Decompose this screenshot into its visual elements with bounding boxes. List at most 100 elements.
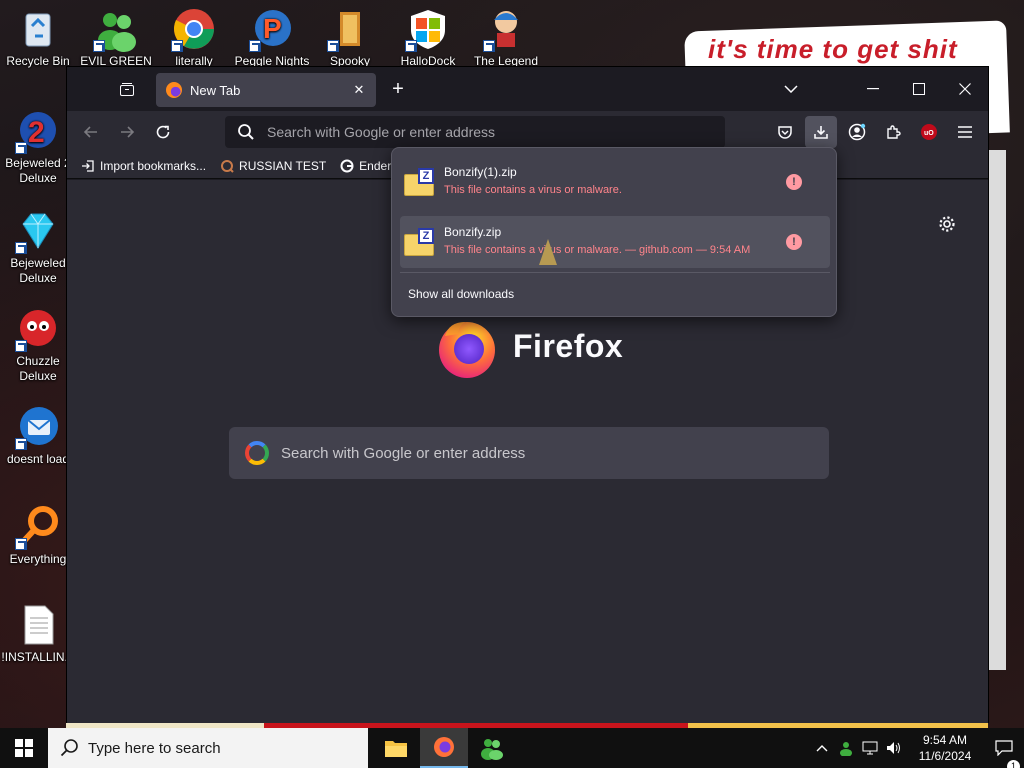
speaker-icon — [887, 742, 900, 754]
account-icon — [848, 123, 866, 141]
character-icon — [483, 6, 529, 52]
desktop-icon-doesnt-load[interactable]: doesnt load — [0, 404, 76, 467]
pocket-button[interactable] — [769, 116, 801, 148]
chrome-icon — [171, 6, 217, 52]
taskbar-search-box[interactable]: Type here to search — [48, 728, 368, 768]
chuzzle-icon — [15, 306, 61, 352]
shortcut-arrow-icon — [249, 40, 261, 52]
new-tab-button[interactable]: + — [378, 67, 418, 111]
shortcut-arrow-icon — [483, 40, 495, 52]
background-window-edge — [986, 150, 1006, 670]
maximize-button[interactable] — [899, 67, 939, 111]
download-filename: Bonzify.zip — [444, 225, 502, 239]
bookmark-russian-test[interactable]: RUSSIAN TEST — [220, 159, 326, 173]
minimize-button[interactable] — [853, 67, 893, 111]
taskbar-firefox[interactable] — [420, 728, 468, 768]
desktop-icon-the-legend[interactable]: The Legend — [468, 6, 544, 69]
hamburger-menu-icon — [958, 126, 972, 138]
shortcut-arrow-icon — [15, 538, 27, 550]
close-window-button[interactable] — [945, 67, 985, 111]
shortcut-arrow-icon — [15, 438, 27, 450]
download-status: This file contains a virus or malware. —… — [444, 244, 751, 256]
account-button[interactable] — [841, 116, 873, 148]
peggle-icon: P — [249, 6, 295, 52]
tab-overview-button[interactable] — [107, 67, 147, 111]
download-filename: Bonzify(1).zip — [444, 165, 517, 179]
thunderbird-icon — [15, 404, 61, 450]
show-all-downloads-link[interactable]: Show all downloads — [408, 287, 514, 301]
close-icon — [959, 83, 971, 95]
firefox-logo-icon — [439, 322, 495, 378]
start-button[interactable] — [0, 728, 48, 768]
desktop-icon-bejeweled-2[interactable]: 2 Bejeweled 2 Deluxe — [0, 108, 76, 186]
taskbar-buddy[interactable] — [468, 728, 516, 768]
import-icon — [82, 159, 94, 172]
download-item[interactable]: Z Bonzify.zip This file contains a virus… — [400, 216, 830, 268]
desktop-icon-hallodock[interactable]: HalloDock — [390, 6, 466, 69]
show-hidden-icons-button[interactable] — [810, 744, 834, 752]
shortcut-arrow-icon — [15, 142, 27, 154]
zip-file-icon: Z — [404, 168, 436, 196]
clock-time: 9:54 AM — [922, 733, 968, 747]
ublock-button[interactable]: uO — [913, 116, 945, 148]
maximize-icon — [913, 83, 925, 95]
newtab-search-placeholder: Search with Google or enter address — [281, 444, 526, 462]
shortcut-arrow-icon — [93, 40, 105, 52]
download-status: This file contains a virus or malware. — [444, 184, 622, 196]
desktop-icon-bejeweled[interactable]: Bejeweled Deluxe — [0, 208, 76, 286]
google-favicon-icon — [340, 159, 354, 172]
tray-buddy[interactable] — [834, 740, 858, 756]
svg-text:2: 2 — [28, 116, 45, 149]
recycle-bin-icon — [15, 6, 61, 52]
forward-button[interactable] — [111, 116, 143, 148]
list-all-tabs-button[interactable] — [771, 67, 811, 111]
clock-date: 11/6/2024 — [918, 749, 972, 763]
tab-new-tab[interactable]: New Tab ✕ — [156, 73, 376, 107]
close-tab-icon[interactable]: ✕ — [350, 81, 368, 99]
arrow-right-icon — [121, 126, 135, 138]
diamond-icon — [15, 208, 61, 254]
buddy-icon — [481, 739, 503, 760]
firefox-window: New Tab ✕ + Search with Google or enter … — [66, 66, 989, 723]
newtab-search-box[interactable]: Search with Google or enter address — [229, 427, 829, 479]
bookmark-import[interactable]: Import bookmarks... — [81, 159, 206, 173]
address-bar[interactable]: Search with Google or enter address — [225, 116, 725, 148]
downloads-button[interactable] — [805, 116, 837, 148]
notification-icon — [995, 740, 1013, 756]
volume-button[interactable] — [882, 741, 906, 755]
door-icon — [327, 6, 373, 52]
reload-button[interactable] — [147, 116, 179, 148]
desktop-icon-chuzzle[interactable]: Chuzzle Deluxe — [0, 306, 76, 384]
desktop-icon-evil-green[interactable]: EVIL GREEN — [78, 6, 154, 69]
desktop-icon-literally[interactable]: literally — [156, 6, 232, 69]
extensions-button[interactable] — [877, 116, 909, 148]
russian-test-favicon-icon — [221, 159, 234, 173]
windows-logo-icon — [405, 6, 451, 52]
desktop-icon-peggle-nights[interactable]: P Peggle Nights — [234, 6, 310, 69]
notification-center-button[interactable]: 1 — [984, 740, 1024, 768]
desktop-icon-recycle-bin[interactable]: Recycle Bin — [0, 6, 76, 69]
desktop-icon-spooky[interactable]: Spooky — [312, 6, 388, 69]
customize-newtab-button[interactable] — [935, 212, 959, 236]
download-item[interactable]: Z Bonzify(1).zip This file contains a vi… — [400, 156, 830, 208]
text-file-icon — [15, 602, 61, 648]
warning-icon[interactable]: ! — [786, 234, 802, 250]
title-bar: New Tab ✕ + — [67, 67, 988, 111]
shortcut-arrow-icon — [15, 340, 27, 352]
taskbar-file-explorer[interactable] — [372, 728, 420, 768]
tab-title: New Tab — [190, 82, 241, 98]
cursor-icon — [539, 239, 557, 265]
clock[interactable]: 9:54 AM 11/6/2024 — [906, 732, 984, 764]
network-button[interactable] — [858, 741, 882, 755]
app-menu-button[interactable] — [949, 116, 981, 148]
firefox-icon — [434, 737, 454, 757]
minimize-icon — [867, 88, 879, 90]
download-icon — [814, 126, 828, 139]
taskbar-search-placeholder: Type here to search — [88, 739, 221, 757]
downloads-panel: Z Bonzify(1).zip This file contains a vi… — [391, 147, 837, 317]
back-button[interactable] — [75, 116, 107, 148]
folder-icon — [385, 741, 407, 757]
desktop-icon-everything[interactable]: Everything — [0, 504, 76, 567]
warning-icon[interactable]: ! — [786, 174, 802, 190]
desktop-icon-installing[interactable]: !INSTALLIN... — [0, 602, 76, 665]
